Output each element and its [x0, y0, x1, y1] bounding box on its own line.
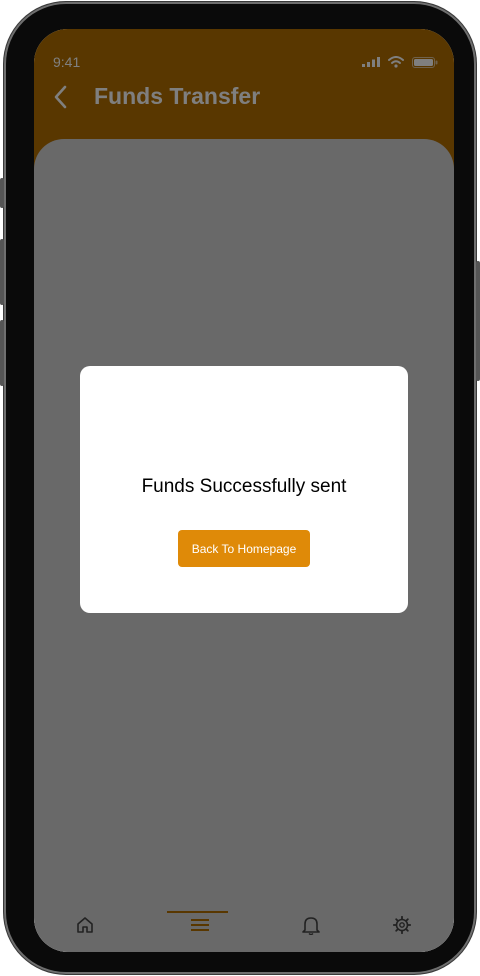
volume-down-button — [0, 320, 4, 386]
volume-up-button — [0, 239, 4, 305]
success-dialog: Funds Successfully sent Back To Homepage — [80, 366, 408, 613]
success-message: Funds Successfully sent — [141, 476, 347, 497]
power-button — [476, 261, 480, 381]
back-to-homepage-button[interactable]: Back To Homepage — [178, 530, 310, 567]
mute-switch — [0, 178, 4, 208]
screen: 9:41 — [34, 29, 454, 952]
phone-frame: 9:41 — [0, 2, 480, 974]
